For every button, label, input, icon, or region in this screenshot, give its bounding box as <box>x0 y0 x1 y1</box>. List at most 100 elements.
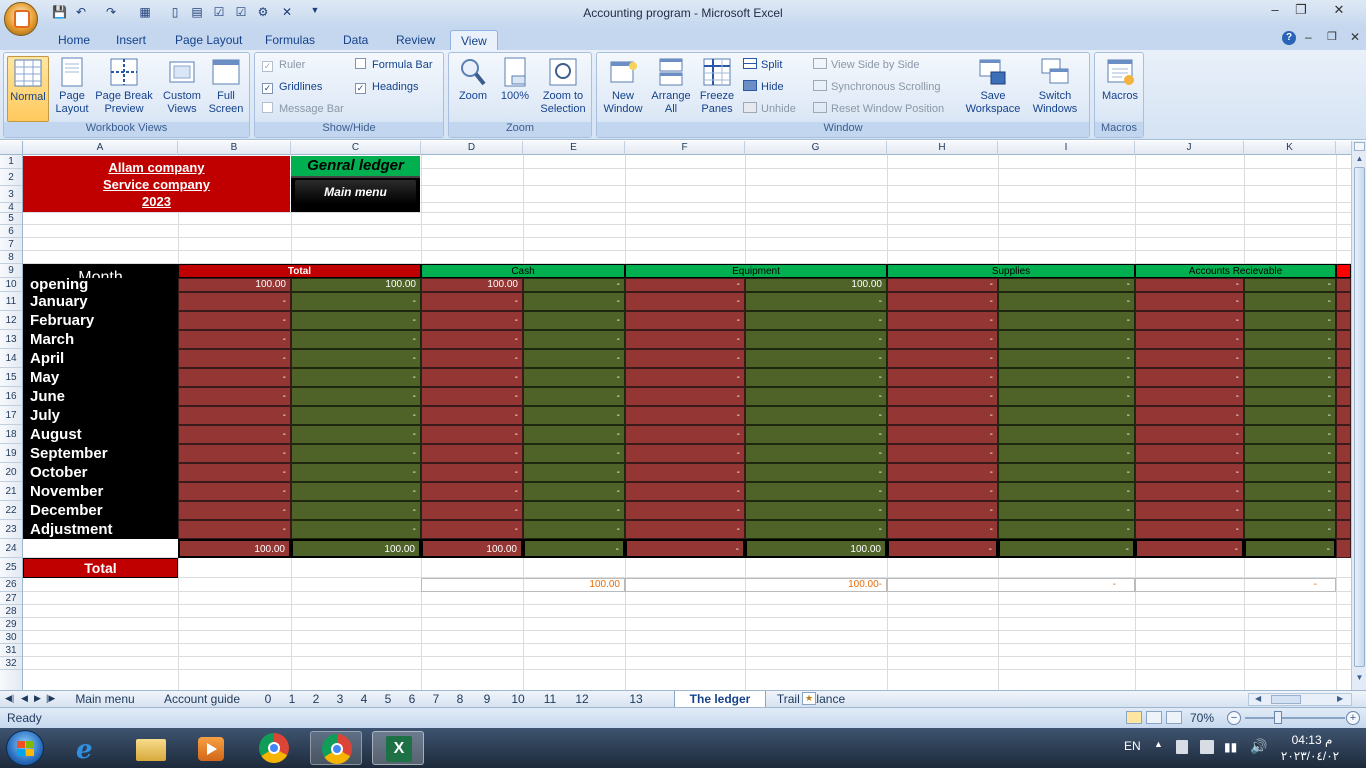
row-header[interactable]: 19 <box>0 444 22 463</box>
page-layout-status-icon[interactable] <box>1146 711 1162 724</box>
creditor-cell[interactable]: - <box>291 349 421 368</box>
close-icon[interactable]: ✕ <box>1326 2 1352 20</box>
debtor-cell[interactable]: - <box>1135 387 1244 406</box>
zoom-selection-button[interactable]: Zoom to Selection <box>537 56 589 116</box>
row-header[interactable]: 16 <box>0 387 22 406</box>
sheet-tab[interactable]: 11 <box>534 691 566 707</box>
creditor-cell[interactable]: - <box>998 482 1135 501</box>
creditor-cell[interactable]: - <box>1244 292 1336 311</box>
restore-icon[interactable]: ❐ <box>1288 2 1314 20</box>
chrome-icon[interactable] <box>248 731 300 765</box>
horizontal-scrollbar[interactable]: ◀ ▶ <box>1248 693 1352 706</box>
debtor-cell[interactable]: - <box>178 501 291 520</box>
creditor-cell[interactable]: - <box>745 482 887 501</box>
file-explorer-icon[interactable] <box>124 731 176 765</box>
tab-formulas[interactable]: Formulas <box>255 30 325 50</box>
creditor-cell[interactable]: - <box>1244 368 1336 387</box>
creditor-cell[interactable]: - <box>291 520 421 539</box>
debtor-cell[interactable]: - <box>625 463 745 482</box>
vertical-scrollbar[interactable]: ▲ ▼ <box>1351 141 1366 690</box>
debtor-cell[interactable]: - <box>625 501 745 520</box>
debtor-cell[interactable]: - <box>887 501 998 520</box>
help-icon[interactable]: ? <box>1282 31 1296 45</box>
formula-bar-checkbox[interactable]: Formula Bar <box>355 56 433 74</box>
scroll-up-icon[interactable]: ▲ <box>1354 154 1365 166</box>
creditor-cell[interactable]: - <box>523 444 625 463</box>
main-menu-button[interactable]: Main menu <box>295 180 416 204</box>
headings-checkbox[interactable]: ✓ Headings <box>355 78 418 96</box>
select-all-corner[interactable] <box>0 141 23 155</box>
sheet-tab[interactable]: 7 <box>424 691 448 707</box>
column-header-e[interactable]: E <box>523 141 625 155</box>
arrange-all-button[interactable]: Arrange All <box>649 56 693 116</box>
new-window-button[interactable]: New Window <box>599 56 647 116</box>
creditor-cell[interactable]: - <box>745 330 887 349</box>
creditor-cell[interactable]: - <box>998 520 1135 539</box>
debtor-cell[interactable]: - <box>887 463 998 482</box>
debtor-cell[interactable]: - <box>1135 311 1244 330</box>
zoom-out-icon[interactable]: − <box>1227 711 1241 725</box>
row-header[interactable]: 26 <box>0 578 22 592</box>
row-header[interactable]: 18 <box>0 425 22 444</box>
creditor-cell[interactable]: - <box>998 444 1135 463</box>
sheet-tab[interactable]: Account guide <box>148 691 256 707</box>
creditor-cell[interactable]: - <box>291 482 421 501</box>
debtor-cell[interactable]: - <box>887 444 998 463</box>
debtor-cell[interactable]: - <box>178 349 291 368</box>
creditor-cell[interactable]: - <box>291 444 421 463</box>
checkbox-icon[interactable]: ☑ <box>212 5 226 21</box>
network-icon[interactable]: ▮▮ <box>1224 740 1237 754</box>
column-header-b[interactable]: B <box>178 141 291 155</box>
debtor-cell[interactable]: - <box>421 425 523 444</box>
macros-button[interactable]: Macros <box>1097 56 1143 103</box>
debtor-cell[interactable]: - <box>887 311 998 330</box>
creditor-cell[interactable]: - <box>998 349 1135 368</box>
sheet-tab[interactable]: Main menu <box>62 691 148 707</box>
debtor-cell[interactable]: - <box>1135 482 1244 501</box>
debtor-cell[interactable]: - <box>1135 501 1244 520</box>
debtor-cell[interactable]: - <box>178 482 291 501</box>
creditor-cell[interactable]: - <box>998 406 1135 425</box>
debtor-cell[interactable]: - <box>625 520 745 539</box>
debtor-cell[interactable]: - <box>887 330 998 349</box>
office-button[interactable] <box>4 2 38 36</box>
debtor-cell[interactable]: - <box>625 406 745 425</box>
debtor-cell[interactable]: - <box>178 311 291 330</box>
row-header[interactable]: 12 <box>0 311 22 330</box>
print-preview-icon[interactable]: ▦ <box>138 5 152 21</box>
debtor-cell[interactable]: - <box>1135 330 1244 349</box>
creditor-cell[interactable]: - <box>998 368 1135 387</box>
undo-icon[interactable]: ↶ <box>74 5 88 21</box>
tab-home[interactable]: Home <box>48 30 100 50</box>
creditor-cell[interactable]: - <box>523 463 625 482</box>
sheet-tab[interactable]: 4 <box>352 691 376 707</box>
clear-icon[interactable]: ✕ <box>280 5 294 21</box>
zoom-slider-track[interactable] <box>1245 717 1345 719</box>
creditor-cell[interactable]: - <box>523 406 625 425</box>
creditor-cell[interactable]: - <box>1244 330 1336 349</box>
debtor-cell[interactable]: - <box>178 520 291 539</box>
zoom-slider-thumb[interactable] <box>1274 711 1282 724</box>
debtor-cell[interactable]: 100.00 <box>178 278 291 292</box>
row-header[interactable]: 9 <box>0 264 22 278</box>
tab-page-layout[interactable]: Page Layout <box>165 30 252 50</box>
page-layout-view-button[interactable]: Page Layout <box>52 56 92 116</box>
clock-time[interactable]: 04:13 م <box>1282 733 1342 747</box>
debtor-cell[interactable]: - <box>625 368 745 387</box>
save-workspace-button[interactable]: Save Workspace <box>963 56 1023 116</box>
debtor-cell[interactable]: - <box>887 539 998 558</box>
zoom-button[interactable]: Zoom <box>453 56 493 103</box>
row-header[interactable]: 4 <box>0 203 22 213</box>
tab-data[interactable]: Data <box>333 30 378 50</box>
creditor-cell[interactable]: - <box>523 520 625 539</box>
debtor-cell[interactable]: - <box>1135 406 1244 425</box>
sheet-tab[interactable]: 12 <box>566 691 598 707</box>
sheet-tab[interactable]: 1 <box>280 691 304 707</box>
creditor-cell[interactable]: - <box>523 482 625 501</box>
debtor-cell[interactable]: - <box>887 520 998 539</box>
row-header[interactable]: 20 <box>0 463 22 482</box>
debtor-cell[interactable]: - <box>625 425 745 444</box>
row-header[interactable]: 17 <box>0 406 22 425</box>
debtor-cell[interactable]: - <box>625 292 745 311</box>
row-header[interactable]: 30 <box>0 631 22 644</box>
